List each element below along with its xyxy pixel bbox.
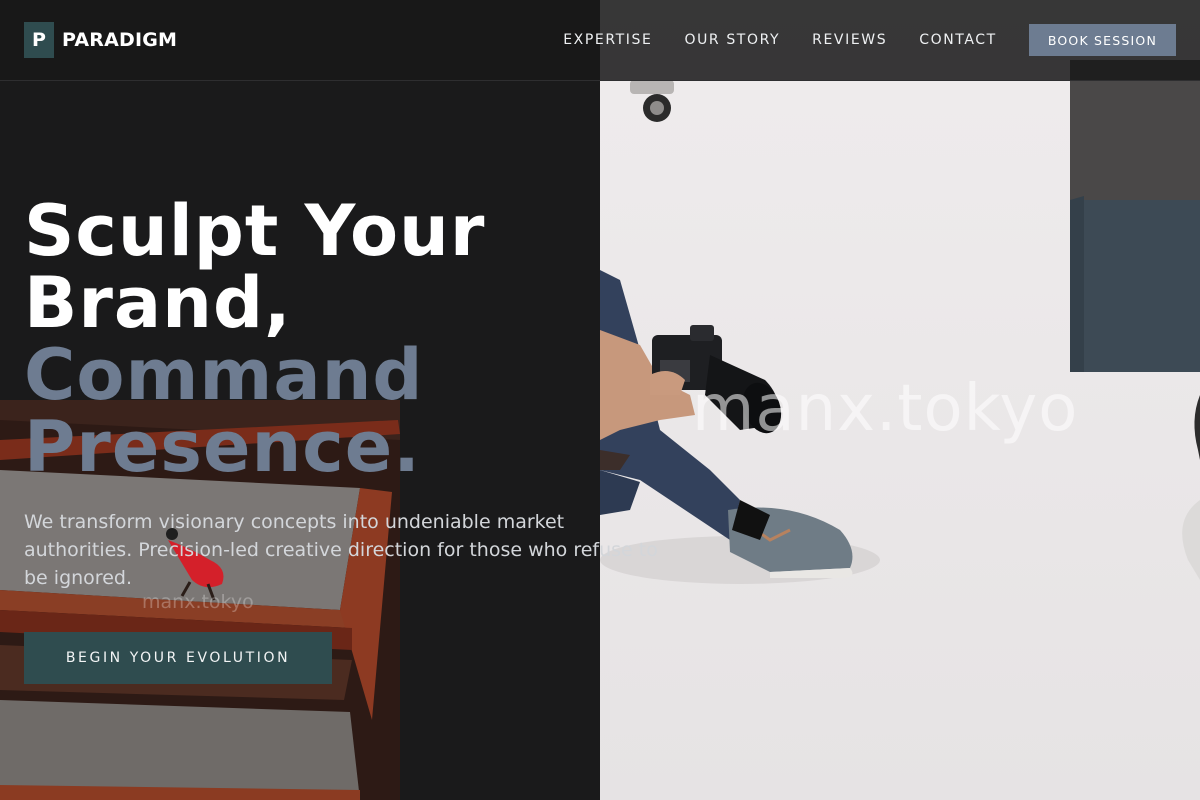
hero-subtitle-line-2: authorities. Precision-led creative dire…	[24, 539, 658, 561]
photo-watermark-small: manx.tokyo	[142, 591, 254, 613]
hero-photo-photographer: manx.tokyo	[600, 0, 1200, 800]
hero-subtitle-line-3: be ignored.	[24, 567, 132, 589]
hero-headline-line-2: Brand,	[24, 262, 292, 344]
hero-headline-line-3: Command	[24, 334, 424, 416]
nav-link-expertise[interactable]: EXPERTISE	[563, 24, 652, 56]
photo-watermark: manx.tokyo	[692, 372, 1079, 446]
hero-subtitle-line-1: We transform visionary concepts into und…	[24, 511, 565, 533]
nav-link-contact[interactable]: CONTACT	[919, 24, 997, 56]
begin-evolution-button[interactable]: BEGIN YOUR EVOLUTION	[24, 632, 332, 684]
site-header: P PARADIGM EXPERTISE OUR STORY REVIEWS C…	[0, 0, 1200, 81]
landing-page: manx.tokyo manx.tokyo P PARADIGM EXPERTI…	[0, 0, 1200, 800]
hero-headline-line-1: Sculpt Your	[24, 190, 486, 272]
brand-logo[interactable]: P PARADIGM	[24, 22, 177, 58]
main-nav: EXPERTISE OUR STORY REVIEWS CONTACT BOOK…	[563, 24, 1176, 56]
hero-headline-line-4: Presence.	[24, 406, 421, 488]
nav-link-our-story[interactable]: OUR STORY	[684, 24, 780, 56]
logo-mark: P	[24, 22, 54, 58]
hero-subtitle: We transform visionary concepts into und…	[24, 508, 664, 592]
brand-name: PARADIGM	[62, 29, 178, 51]
book-session-button[interactable]: BOOK SESSION	[1028, 24, 1176, 56]
hero-headline: Sculpt Your Brand, Command Presence.	[24, 195, 584, 483]
nav-link-reviews[interactable]: REVIEWS	[812, 24, 887, 56]
